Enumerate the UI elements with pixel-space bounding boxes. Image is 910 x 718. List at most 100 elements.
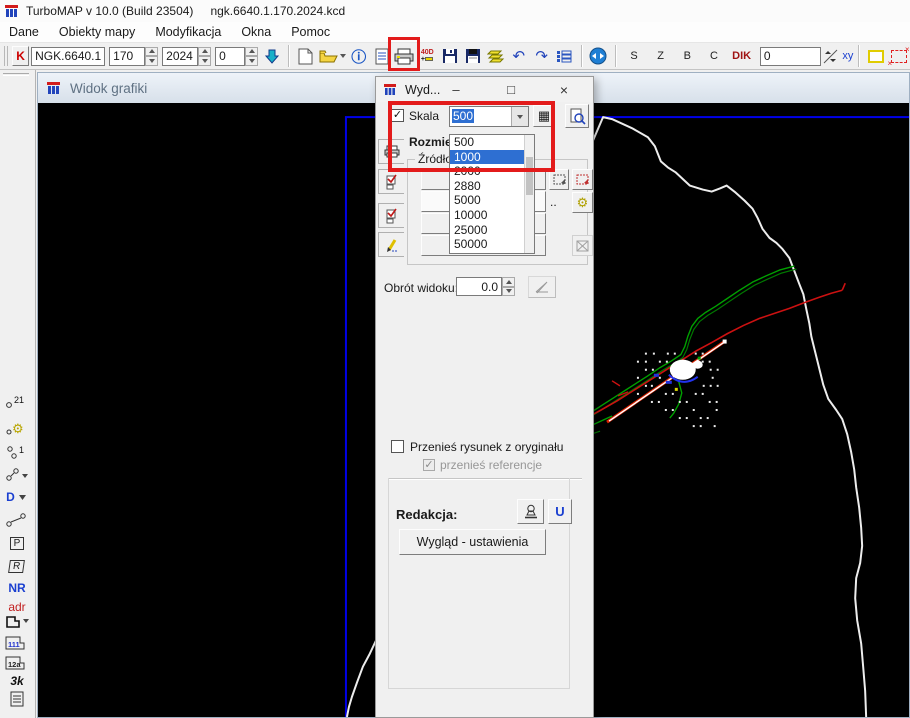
coordinate-field[interactable]: 0 bbox=[760, 47, 821, 66]
scale-option-2880[interactable]: 2880 bbox=[450, 179, 534, 194]
remote-support-button[interactable] bbox=[587, 44, 610, 68]
dropdown-scrollbar[interactable] bbox=[524, 135, 534, 253]
scale-option-10000[interactable]: 10000 bbox=[450, 208, 534, 223]
scale-option-2000[interactable]: 2000 bbox=[450, 164, 534, 179]
gear-icon: ⚙ bbox=[577, 195, 589, 211]
d-points-menu-tool[interactable]: D bbox=[1, 486, 33, 508]
pick-area-icon bbox=[553, 174, 566, 186]
menu-pomoc[interactable]: Pomoc bbox=[291, 25, 330, 39]
selection-frame-button[interactable]: ×× bbox=[887, 44, 910, 68]
close-button[interactable]: × bbox=[548, 77, 580, 102]
print-button[interactable] bbox=[393, 44, 416, 68]
scale-dropdown-list[interactable]: 5001000200028805000100002500050000 bbox=[449, 134, 535, 254]
spin-up-icon[interactable] bbox=[245, 47, 258, 57]
calculator-button[interactable]: ▦ bbox=[533, 105, 555, 127]
open-menu-arrow-icon[interactable] bbox=[340, 54, 346, 58]
parcel-r-tool[interactable]: R bbox=[1, 555, 33, 577]
document-info-button[interactable] bbox=[370, 44, 393, 68]
frame-tool-button[interactable] bbox=[864, 44, 887, 68]
zero-spinner[interactable]: 0 bbox=[215, 47, 258, 66]
40d-icon: 40D+ bbox=[421, 49, 434, 63]
layers-button[interactable] bbox=[484, 44, 507, 68]
scale-option-50000[interactable]: 50000 bbox=[450, 237, 534, 252]
elevation-spinner-button[interactable] bbox=[821, 44, 840, 68]
z-mode-button[interactable]: Z bbox=[647, 50, 674, 62]
menu-obiekty-mapy[interactable]: Obiekty mapy bbox=[59, 25, 135, 39]
doc-lines-tool[interactable] bbox=[1, 688, 33, 710]
menu-modyfikacja[interactable]: Modyfikacja bbox=[155, 25, 221, 39]
scale-option-1000[interactable]: 1000 bbox=[450, 150, 534, 165]
spin-up-icon[interactable] bbox=[145, 47, 158, 57]
dik-button[interactable]: DIK bbox=[727, 44, 756, 68]
reference-field[interactable]: NGK.6640.1 bbox=[31, 47, 105, 66]
settings-gear-button[interactable]: ⚙ bbox=[572, 192, 593, 213]
stamp-button[interactable] bbox=[517, 499, 544, 524]
stamp-icon bbox=[523, 504, 539, 520]
number-spinner[interactable]: 170 bbox=[109, 47, 158, 66]
spin-up-icon[interactable] bbox=[502, 277, 515, 287]
tab-options-1[interactable] bbox=[378, 169, 404, 194]
print-dialog-icon bbox=[383, 83, 397, 96]
rotation-angle-button[interactable] bbox=[528, 276, 556, 298]
minimize-button[interactable]: – bbox=[440, 77, 472, 102]
polygon-menu-tool[interactable] bbox=[1, 611, 33, 633]
info-button[interactable]: ⓘ bbox=[347, 44, 370, 68]
clear-frame-button[interactable] bbox=[572, 235, 593, 256]
scale-checkbox[interactable]: ✓ bbox=[391, 109, 404, 122]
undo-button[interactable]: ↶ bbox=[507, 44, 530, 68]
scale-option-25000[interactable]: 25000 bbox=[450, 223, 534, 238]
menu-dane[interactable]: Dane bbox=[9, 25, 39, 39]
open-file-button[interactable] bbox=[317, 44, 347, 68]
expand-down-button[interactable] bbox=[260, 44, 283, 68]
list-view-button[interactable] bbox=[553, 44, 576, 68]
combo-dropdown-icon[interactable] bbox=[511, 107, 528, 126]
angle-disabled-icon bbox=[534, 280, 550, 294]
menu-okna[interactable]: Okna bbox=[241, 25, 271, 39]
scale-combobox[interactable]: 500 bbox=[449, 106, 529, 127]
k-button[interactable]: K bbox=[12, 46, 29, 66]
scale-option-5000[interactable]: 5000 bbox=[450, 193, 534, 208]
c-mode-button[interactable]: C bbox=[701, 50, 728, 62]
appearance-settings-button[interactable]: Wygląd - ustawienia bbox=[399, 529, 546, 555]
spin-down-icon[interactable] bbox=[198, 56, 211, 66]
tab-edit[interactable] bbox=[378, 232, 404, 257]
new-file-button[interactable] bbox=[294, 44, 317, 68]
parcel-p-tool[interactable]: P bbox=[1, 532, 33, 554]
points-menu-tool[interactable] bbox=[1, 464, 33, 486]
save-as-icon bbox=[465, 48, 481, 64]
save-as-button[interactable] bbox=[462, 44, 485, 68]
toolbar-grip[interactable] bbox=[4, 46, 8, 66]
spin-down-icon[interactable] bbox=[245, 56, 258, 66]
sidebar-grip[interactable] bbox=[3, 73, 29, 76]
transfer-drawing-checkbox[interactable] bbox=[391, 440, 404, 453]
s-mode-button[interactable]: S bbox=[621, 50, 648, 62]
b-mode-button[interactable]: B bbox=[674, 50, 701, 62]
tab-options-2[interactable] bbox=[378, 203, 404, 228]
yellow-frame-icon bbox=[868, 50, 884, 63]
u-button[interactable]: U bbox=[548, 499, 572, 524]
rotation-spinner[interactable]: 0.0 bbox=[456, 277, 515, 296]
point-group-1-tool[interactable]: 1 bbox=[1, 441, 33, 463]
redo-button[interactable]: ↷ bbox=[530, 44, 553, 68]
svg-text:1: 1 bbox=[19, 445, 24, 455]
point-height-21-tool[interactable]: 21 bbox=[1, 391, 33, 413]
pick-area-red-button[interactable] bbox=[572, 169, 593, 190]
checklist-tab-icon bbox=[385, 208, 399, 224]
segment-tool[interactable] bbox=[1, 509, 33, 531]
spin-down-icon[interactable] bbox=[145, 56, 158, 66]
info-icon: ⓘ bbox=[351, 46, 366, 67]
scale-option-500[interactable]: 500 bbox=[450, 135, 534, 150]
gear-points-tool[interactable]: ⚙ bbox=[1, 416, 33, 438]
print-preview-button[interactable] bbox=[565, 104, 589, 128]
scale-40d-button[interactable]: 40D+ bbox=[416, 44, 439, 68]
shape-111-tool[interactable]: 111 bbox=[1, 632, 33, 654]
menu-bar: Dane Obiekty mapy Modyfikacja Okna Pomoc bbox=[0, 22, 910, 42]
spin-down-icon[interactable] bbox=[502, 287, 515, 297]
spin-up-icon[interactable] bbox=[198, 47, 211, 57]
pick-area-button[interactable] bbox=[549, 169, 569, 190]
tool-sidebar: 21⚙1DPRNRadr11112a3k bbox=[0, 70, 36, 718]
maximize-button[interactable]: □ bbox=[495, 77, 527, 102]
save-button[interactable] bbox=[439, 44, 462, 68]
year-spinner[interactable]: 2024 bbox=[162, 47, 211, 66]
tab-print[interactable] bbox=[378, 139, 404, 164]
